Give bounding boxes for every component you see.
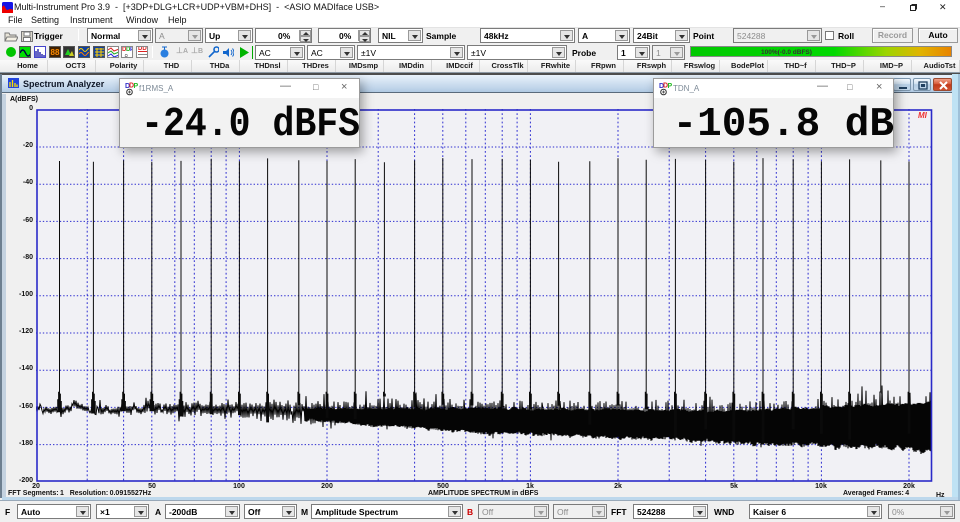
svg-text:P: P [668, 83, 673, 90]
svg-text:P: P [134, 83, 139, 90]
